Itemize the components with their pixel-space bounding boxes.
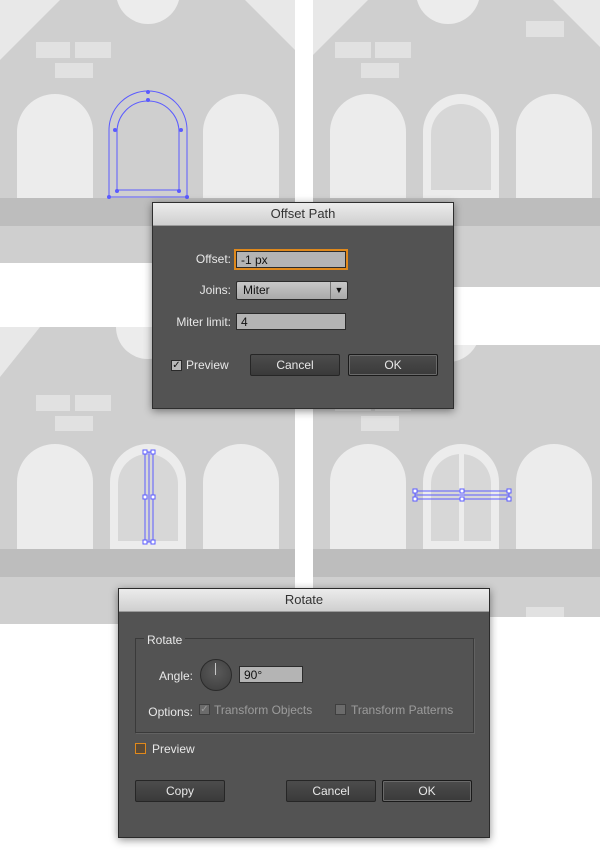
miter-limit-input[interactable]: 4 [236,313,346,330]
ok-button[interactable]: OK [382,780,472,802]
angle-label: Angle: [158,669,193,683]
preview-checkbox[interactable]: ✓ [171,360,182,371]
chevron-down-icon: ▼ [330,282,347,299]
ok-button[interactable]: OK [348,354,438,376]
transform-objects-checkbox[interactable]: ✓ [199,704,210,715]
miter-limit-label: Miter limit: [176,315,231,329]
transform-patterns-label: Transform Patterns [351,703,454,717]
joins-value: Miter [243,283,270,297]
transform-objects-label: Transform Objects [214,703,313,717]
offset-path-dialog: Offset Path Offset: -1 px Joins: Miter ▼… [152,202,454,409]
rotate-dialog: Rotate Rotate Angle: 90° Options: ✓ Tran… [118,588,490,838]
preview-label: Preview [186,358,229,372]
preview-label: Preview [152,742,195,756]
preview-checkbox[interactable] [135,743,146,754]
rotate-title: Rotate [119,589,489,612]
options-label: Options: [148,705,193,719]
joins-label: Joins: [199,283,231,297]
angle-dial-icon[interactable] [200,659,232,691]
copy-button[interactable]: Copy [135,780,225,802]
offset-label: Offset: [195,252,231,266]
transform-patterns-checkbox[interactable] [335,704,346,715]
joins-select[interactable]: Miter ▼ [236,281,348,300]
offset-input[interactable]: -1 px [234,249,348,270]
rotate-group-label: Rotate [144,633,186,647]
cancel-button[interactable]: Cancel [286,780,376,802]
cancel-button[interactable]: Cancel [250,354,340,376]
angle-input[interactable]: 90° [239,666,303,683]
offset-path-title: Offset Path [153,203,453,226]
